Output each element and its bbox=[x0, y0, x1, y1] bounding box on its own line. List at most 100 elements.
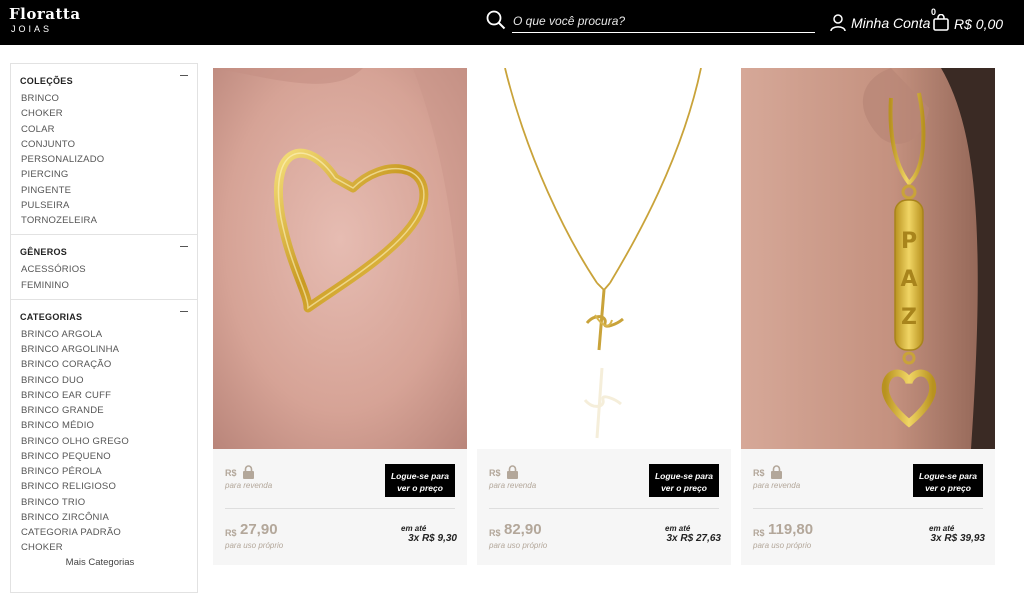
filter-header[interactable]: COLEÇÕES bbox=[11, 64, 197, 88]
minus-icon[interactable] bbox=[180, 75, 188, 76]
login-to-see-price-button[interactable]: Logue-se para ver o preço bbox=[385, 464, 455, 497]
filter-item[interactable]: BRINCO CORAÇÃO bbox=[21, 357, 197, 372]
filter-item[interactable]: CATEGORIA PADRÃO bbox=[21, 525, 197, 540]
lock-icon bbox=[771, 465, 782, 479]
filter-item[interactable]: BRINCO ZIRCÔNIA bbox=[21, 510, 197, 525]
logo[interactable]: Floratta JOIAS bbox=[9, 5, 81, 34]
login-to-see-price-button[interactable]: Logue-se para ver o preço bbox=[913, 464, 983, 497]
filter-item[interactable]: PULSEIRA bbox=[21, 198, 197, 213]
price-value: 82,90 bbox=[504, 521, 542, 538]
top-header: Floratta JOIAS Minha Conta 0 R$ 0,00 bbox=[0, 0, 1024, 45]
product-card[interactable]: R$ para revenda Logue-se para ver o preço… bbox=[213, 68, 467, 565]
login-line-1: Logue-se para bbox=[918, 471, 978, 481]
filter-item[interactable]: BRINCO EAR CUFF bbox=[21, 388, 197, 403]
divider bbox=[489, 508, 719, 509]
lock-icon bbox=[243, 465, 254, 479]
filter-item[interactable]: BRINCO MÉDIO bbox=[21, 418, 197, 433]
shopping-bag-icon bbox=[933, 14, 949, 31]
product-info: R$ para revenda Logue-se para ver o preço… bbox=[741, 449, 995, 565]
user-icon bbox=[830, 14, 846, 32]
filter-item[interactable]: BRINCO ARGOLA bbox=[21, 327, 197, 342]
filter-title: GÊNEROS bbox=[20, 247, 68, 258]
filter-item[interactable]: ACESSÓRIOS bbox=[21, 262, 197, 277]
filter-item[interactable]: CHOKER bbox=[21, 540, 197, 555]
divider bbox=[753, 508, 983, 509]
login-line-2: ver o preço bbox=[397, 483, 443, 493]
filter-item[interactable]: CHOKER bbox=[21, 106, 197, 121]
filter-item[interactable]: BRINCO RELIGIOSO bbox=[21, 479, 197, 494]
login-to-see-price-button[interactable]: Logue-se para ver o preço bbox=[649, 464, 719, 497]
filter-item[interactable]: PINGENTE bbox=[21, 183, 197, 198]
resale-currency: R$ bbox=[489, 468, 501, 478]
price-value: 27,90 bbox=[240, 521, 278, 538]
product-image[interactable] bbox=[213, 68, 467, 449]
logo-sub-text: JOIAS bbox=[11, 24, 53, 34]
filter-item[interactable]: COLAR bbox=[21, 122, 197, 137]
login-line-1: Logue-se para bbox=[654, 471, 714, 481]
filter-group-generos: GÊNEROS ACESSÓRIOS FEMININO bbox=[11, 235, 197, 300]
price-currency: R$ bbox=[225, 528, 237, 538]
login-line-1: Logue-se para bbox=[390, 471, 450, 481]
cart-total: R$ 0,00 bbox=[954, 16, 1004, 32]
filter-header[interactable]: GÊNEROS bbox=[11, 235, 197, 259]
installment-label: em até bbox=[929, 524, 955, 533]
product-image[interactable]: P A Z bbox=[741, 68, 995, 449]
filter-title: CATEGORIAS bbox=[20, 311, 83, 322]
search-bar bbox=[486, 10, 816, 34]
installment-label: em até bbox=[665, 524, 691, 533]
filter-item[interactable]: CONJUNTO bbox=[21, 137, 197, 152]
lock-icon bbox=[507, 465, 518, 479]
minus-icon[interactable] bbox=[180, 246, 188, 248]
price-value: 119,80 bbox=[768, 521, 814, 538]
price-label: para uso próprio bbox=[225, 541, 284, 550]
installment-label: em até bbox=[401, 524, 427, 533]
filter-item[interactable]: BRINCO TRIO bbox=[21, 495, 197, 510]
search-icon[interactable] bbox=[486, 10, 506, 30]
filter-header[interactable]: CATEGORIAS bbox=[11, 300, 197, 324]
product-card[interactable]: P A Z R$ para revenda Logue-se para ver o… bbox=[741, 68, 995, 565]
filter-item[interactable]: BRINCO PÉROLA bbox=[21, 464, 197, 479]
resale-label: para revenda bbox=[753, 481, 801, 490]
resale-label: para revenda bbox=[489, 481, 537, 490]
filter-item[interactable]: FEMININO bbox=[21, 278, 197, 293]
svg-text:Z: Z bbox=[901, 305, 917, 330]
filter-title: COLEÇÕES bbox=[20, 76, 73, 86]
filter-item[interactable]: BRINCO OLHO GREGO bbox=[21, 434, 197, 449]
svg-text:A: A bbox=[900, 267, 917, 292]
product-card[interactable]: R$ para revenda Logue-se para ver o preço… bbox=[477, 68, 731, 565]
filter-item[interactable]: BRINCO bbox=[21, 91, 197, 106]
product-info: R$ para revenda Logue-se para ver o preço… bbox=[213, 449, 467, 565]
installment-value: 3x R$ 27,63 bbox=[666, 533, 722, 544]
product-info: R$ para revenda Logue-se para ver o preço… bbox=[477, 449, 731, 565]
minus-icon[interactable] bbox=[180, 310, 188, 312]
price-currency: R$ bbox=[753, 528, 765, 538]
filter-item[interactable]: BRINCO PEQUENO bbox=[21, 449, 197, 464]
svg-text:P: P bbox=[901, 229, 917, 254]
resale-currency: R$ bbox=[225, 468, 237, 478]
filter-group-categorias: CATEGORIAS BRINCO ARGOLA BRINCO ARGOLINH… bbox=[11, 300, 197, 574]
account-link[interactable]: Minha Conta bbox=[830, 13, 930, 33]
filter-sidebar: COLEÇÕES BRINCO CHOKER COLAR CONJUNTO PE… bbox=[10, 63, 198, 593]
account-label: Minha Conta bbox=[851, 15, 931, 31]
search-input[interactable] bbox=[512, 10, 815, 33]
resale-currency: R$ bbox=[753, 468, 765, 478]
filter-item[interactable]: PERSONALIZADO bbox=[21, 152, 197, 167]
installment-value: 3x R$ 39,93 bbox=[930, 533, 986, 544]
filter-item[interactable]: BRINCO ARGOLINHA bbox=[21, 342, 197, 357]
login-line-2: ver o preço bbox=[661, 483, 707, 493]
price-currency: R$ bbox=[489, 528, 501, 538]
login-line-2: ver o preço bbox=[925, 483, 971, 493]
product-image[interactable] bbox=[477, 68, 731, 449]
filter-group-colecoes: COLEÇÕES BRINCO CHOKER COLAR CONJUNTO PE… bbox=[11, 64, 197, 236]
price-label: para uso próprio bbox=[753, 541, 812, 550]
filter-item[interactable]: TORNOZELEIRA bbox=[21, 213, 197, 228]
divider bbox=[225, 508, 455, 509]
filter-item[interactable]: PIERCING bbox=[21, 167, 197, 182]
filter-item[interactable]: BRINCO DUO bbox=[21, 373, 197, 388]
logo-main-text: Floratta bbox=[9, 5, 81, 23]
installment-value: 3x R$ 9,30 bbox=[408, 533, 457, 544]
more-categories-link[interactable]: Mais Categorias bbox=[11, 557, 197, 568]
price-label: para uso próprio bbox=[489, 541, 548, 550]
resale-label: para revenda bbox=[225, 481, 273, 490]
filter-item[interactable]: BRINCO GRANDE bbox=[21, 403, 197, 418]
